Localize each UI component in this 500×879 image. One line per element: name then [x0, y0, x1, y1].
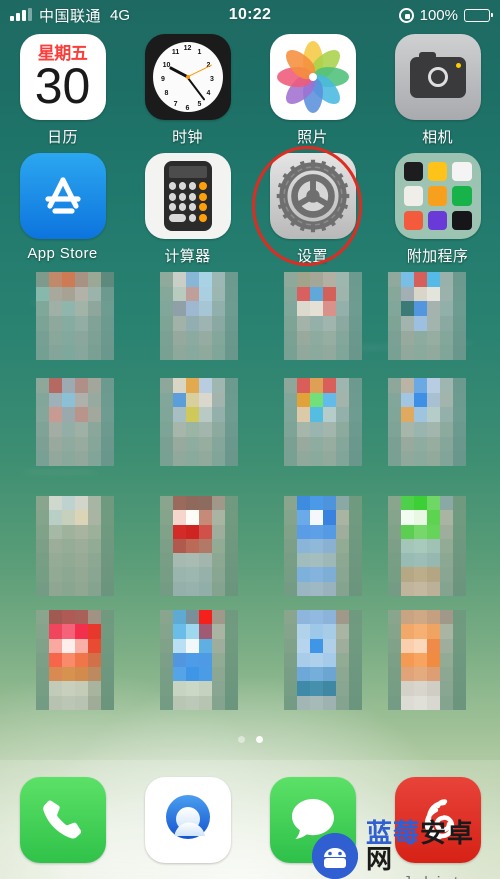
app-row-2: App Store 计算器 设置 附加程序 — [0, 153, 500, 272]
app-calculator[interactable]: 计算器 — [125, 153, 250, 272]
app-label: 设置 — [297, 248, 328, 265]
dock-app-phone[interactable] — [0, 776, 125, 863]
censored-app-icon — [36, 378, 114, 466]
page-dot[interactable] — [237, 736, 245, 743]
clock-icon[interactable]: 12 1 2 3 4 5 6 7 8 9 10 11 — [144, 34, 231, 120]
qq-browser-glyph — [165, 794, 210, 839]
clock-center-pin — [185, 75, 190, 79]
app-photos[interactable]: 照片 — [250, 34, 375, 153]
app-label: 附加程序 — [406, 248, 469, 265]
app-row-1: 星期五 30 日历 12 1 2 3 4 5 6 7 8 — [0, 34, 500, 153]
censored-app-icon — [284, 272, 362, 360]
wallpaper-streak — [385, 340, 475, 346]
calendar-icon[interactable]: 星期五 30 — [19, 34, 106, 120]
censored-app-icon — [160, 496, 238, 596]
app-label: App Store — [27, 245, 98, 262]
dock-app-qq-browser[interactable] — [125, 776, 250, 863]
page-indicator-dots[interactable] — [0, 736, 500, 743]
censored-app-icon — [160, 378, 238, 466]
clock-face: 12 1 2 3 4 5 6 7 8 9 10 11 — [152, 42, 223, 112]
censored-app-icon — [160, 272, 238, 360]
app-label: 计算器 — [164, 248, 211, 265]
app-folder-extras[interactable]: 附加程序 — [375, 153, 500, 272]
battery-percent: 100% — [419, 6, 458, 24]
mini-icon-watch — [452, 210, 472, 230]
iphone-home-screen: 中国联通 4G 10:22 100% 星期五 30 日历 12 1 3 4 5 … — [0, 0, 500, 879]
photos-icon[interactable] — [269, 34, 356, 120]
app-app-store[interactable]: App Store — [0, 153, 125, 272]
watermark-title: 蓝莓安卓网 — [366, 820, 500, 872]
calculator-body — [163, 161, 212, 231]
censored-app-icon — [388, 496, 466, 596]
app-label: 照片 — [297, 129, 328, 146]
status-bar: 中国联通 4G 10:22 100% — [0, 0, 500, 30]
censored-app-icon — [284, 378, 362, 466]
censored-app-icon — [388, 378, 466, 466]
watermark-text: 蓝莓安卓网 www.lmkjst.com — [366, 820, 500, 879]
calculator-icon[interactable] — [144, 153, 231, 239]
mini-icon-stocks — [403, 186, 423, 206]
qq-browser-icon[interactable] — [144, 776, 231, 863]
camera-icon[interactable] — [394, 34, 481, 120]
censored-app-icon — [160, 610, 238, 710]
censored-app-icon — [388, 610, 466, 710]
wallpaper-streak — [30, 300, 100, 306]
app-store-icon[interactable] — [19, 153, 106, 239]
phone-handset-glyph — [42, 800, 81, 838]
wallpaper-streak — [280, 345, 400, 350]
android-robot-icon — [312, 832, 358, 879]
watermark: 蓝莓安卓网 www.lmkjst.com — [312, 820, 500, 879]
app-calendar[interactable]: 星期五 30 日历 — [0, 34, 125, 153]
app-store-glyph — [44, 177, 81, 214]
app-grid: 星期五 30 日历 12 1 2 3 4 5 6 7 8 — [0, 34, 500, 272]
battery-full-icon — [464, 8, 493, 22]
gear-glyph — [276, 159, 349, 233]
app-label: 时钟 — [172, 129, 203, 146]
app-label: 日历 — [47, 129, 78, 146]
clock-minute-hand — [186, 76, 206, 101]
mini-icon-itunes-store — [427, 210, 448, 230]
page-dot[interactable] — [255, 736, 263, 743]
censored-app-icon — [388, 272, 466, 360]
censored-app-icon — [36, 272, 114, 360]
mini-icon-clips — [403, 210, 423, 230]
censored-app-icon — [36, 610, 114, 710]
calendar-day-number: 30 — [34, 58, 91, 114]
wallpaper-streak — [20, 470, 100, 474]
app-settings[interactable]: 设置 — [250, 153, 375, 272]
phone-icon[interactable] — [19, 776, 106, 863]
settings-gear-icon[interactable] — [269, 153, 356, 239]
camera-body — [409, 51, 466, 98]
mini-icon-compass — [403, 162, 423, 182]
mini-icon-compass-green — [452, 186, 472, 206]
mini-icon-home — [427, 186, 448, 206]
rotation-lock-icon — [398, 7, 414, 23]
mini-icon-flight — [452, 162, 472, 182]
app-clock[interactable]: 12 1 2 3 4 5 6 7 8 9 10 11 — [125, 34, 250, 153]
censored-app-icon — [36, 496, 114, 596]
app-camera[interactable]: 相机 — [375, 34, 500, 153]
app-label: 相机 — [422, 129, 453, 146]
censored-app-icon — [284, 496, 362, 596]
status-bar-right: 100% — [250, 7, 500, 24]
censored-app-icon — [284, 610, 362, 710]
mini-icon-tips — [427, 162, 448, 182]
folder-icon[interactable] — [394, 153, 481, 239]
